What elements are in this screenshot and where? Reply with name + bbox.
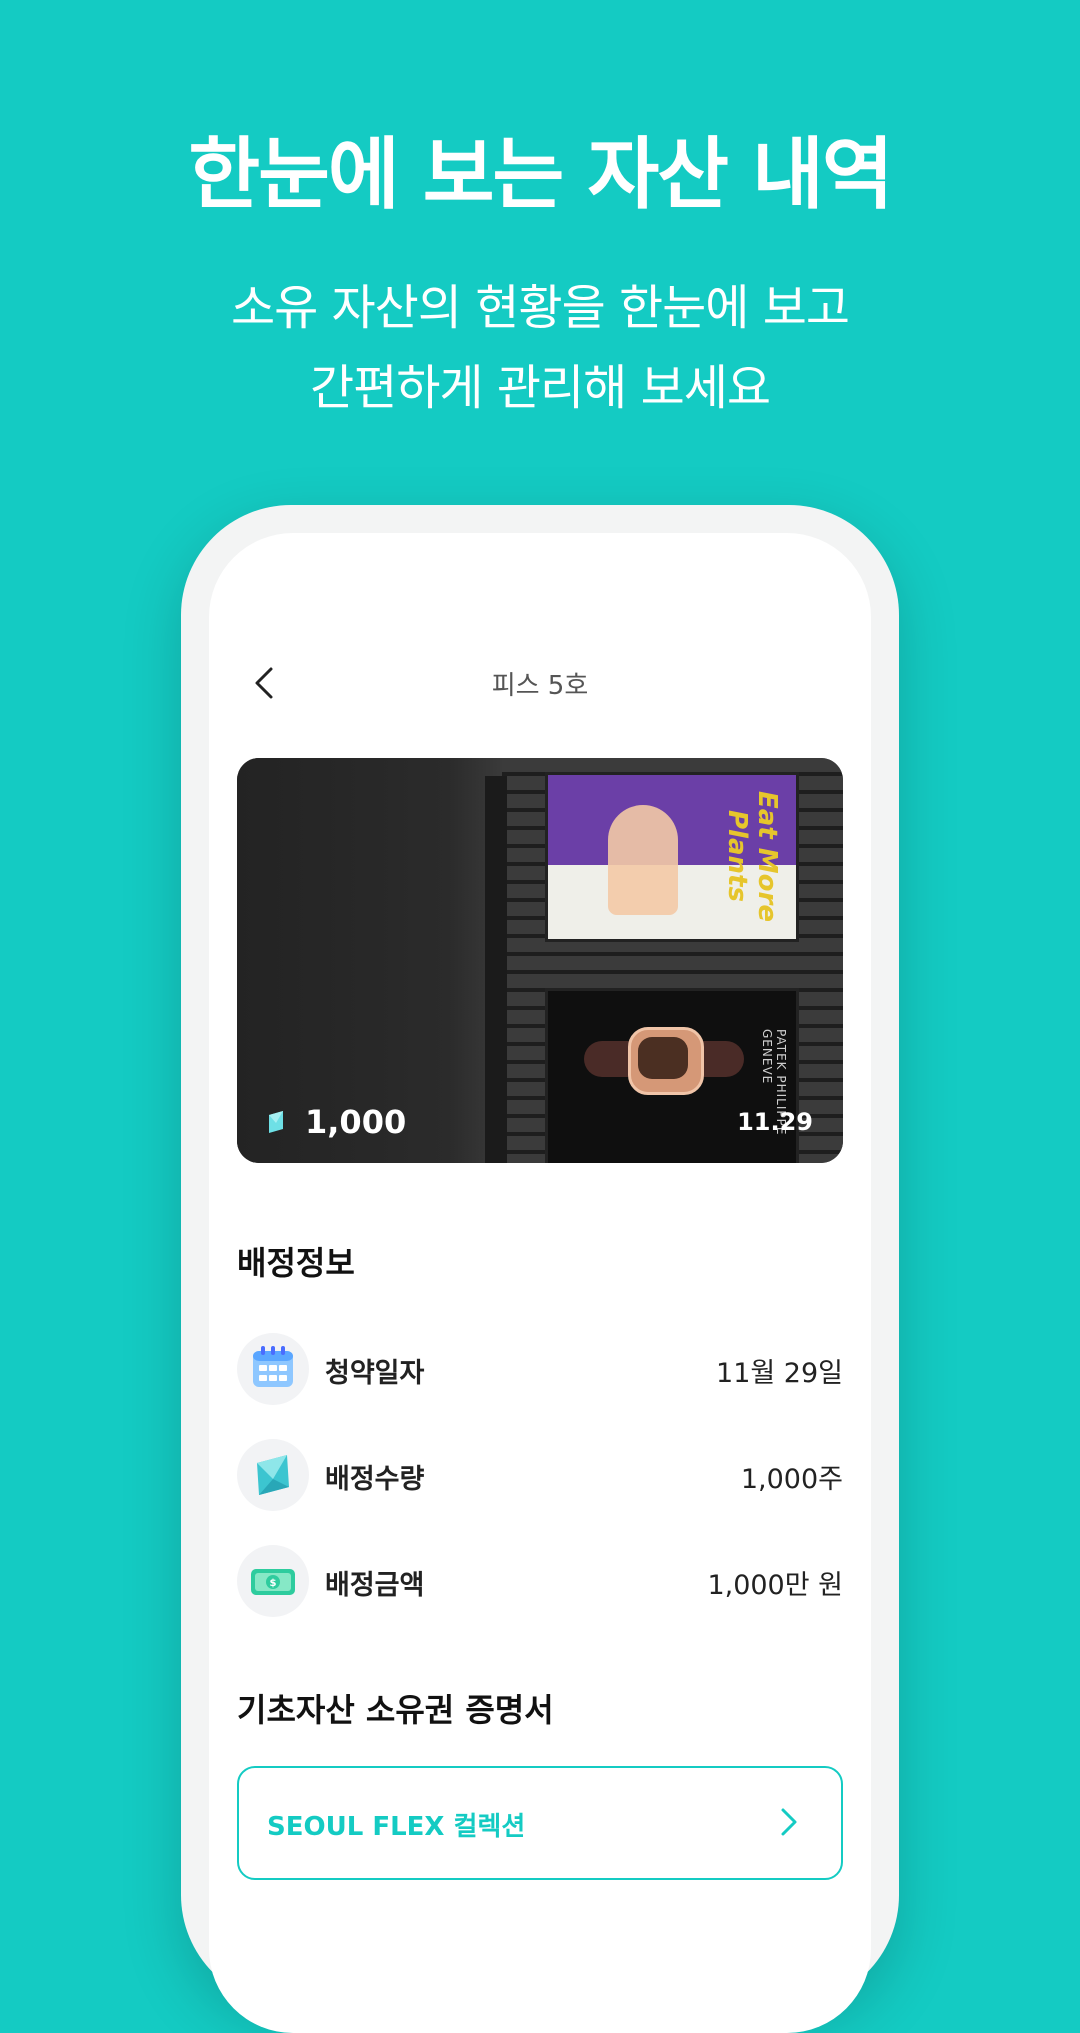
list-item: $ 배정금액 1,000만 원: [237, 1545, 843, 1617]
list-item: 청약일자 11월 29일: [237, 1333, 843, 1405]
promo-subline-line-1: 소유 자산의 현황을 한눈에 보고: [230, 280, 850, 336]
promo-subline: 소유 자산의 현황을 한눈에 보고 간편하게 관리해 보세요: [0, 268, 1080, 428]
phone-mockup: 피스 5호 Eat More Plants PATEK PHILIPPE GEN…: [181, 505, 899, 2033]
promo-subline-line-2: 간편하게 관리해 보세요: [309, 360, 771, 416]
gem-icon: [237, 1439, 309, 1511]
card-amount: 1,000: [265, 1103, 406, 1141]
list-item: 배정수량 1,000주: [237, 1439, 843, 1511]
svg-text:$: $: [270, 1578, 277, 1589]
phone-screen: 피스 5호 Eat More Plants PATEK PHILIPPE GEN…: [209, 533, 871, 2033]
list-item-value: 11월 29일: [716, 1358, 843, 1389]
asset-card[interactable]: Eat More Plants PATEK PHILIPPE GENEVE 1,…: [237, 758, 843, 1163]
watch-image: PATEK PHILIPPE GENEVE: [545, 988, 799, 1163]
money-icon: $: [237, 1545, 309, 1617]
card-date: 11.29: [737, 1108, 813, 1136]
artwork-text: Eat More Plants: [722, 790, 782, 922]
promo-headline: 한눈에 보는 자산 내역: [188, 130, 893, 220]
list-item-label: 배정수량: [325, 1464, 425, 1495]
artwork-image: Eat More Plants: [545, 772, 799, 942]
list-item-label: 청약일자: [325, 1358, 425, 1389]
card-amount-value: 1,000: [305, 1103, 407, 1141]
page-title: 피스 5호: [491, 671, 589, 701]
collection-button[interactable]: SEOUL FLEX 컬렉션: [237, 1766, 843, 1880]
gem-icon: [269, 1111, 283, 1133]
list-item-label: 배정금액: [325, 1570, 425, 1601]
list-item-value: 1,000만 원: [707, 1570, 843, 1601]
certificate-title: 기초자산 소유권 증명서: [237, 1691, 554, 1729]
list-item-value: 1,000주: [740, 1464, 843, 1495]
chevron-right-icon: [781, 1808, 797, 1836]
collection-label: SEOUL FLEX 컬렉션: [267, 1812, 526, 1842]
card-display-pillar: [485, 776, 507, 1163]
calendar-icon: [237, 1333, 309, 1405]
allocation-title: 배정정보: [237, 1244, 355, 1282]
